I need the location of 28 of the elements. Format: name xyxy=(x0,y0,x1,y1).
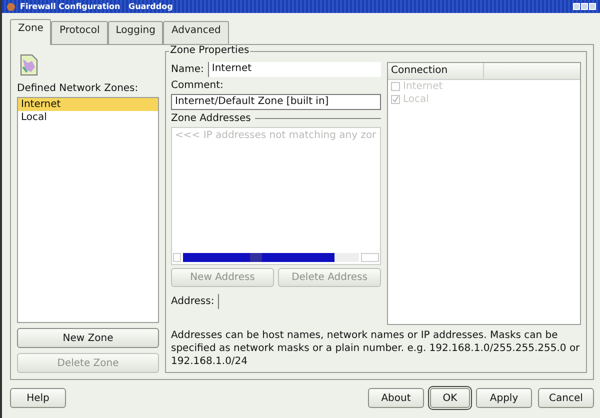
comment-field[interactable]: Internet/Default Zone [built in] xyxy=(171,94,381,110)
dialog-button[interactable]: About xyxy=(368,388,424,408)
zone-item[interactable]: Local xyxy=(18,111,158,124)
dialog-button[interactable]: Apply xyxy=(476,388,532,408)
address-label: Address: xyxy=(171,296,214,307)
tab[interactable]: Protocol xyxy=(51,21,108,44)
tab[interactable]: Logging xyxy=(108,21,164,44)
checkbox-label: Local xyxy=(403,94,429,105)
name-label: Name: xyxy=(171,64,204,75)
zone-map-icon xyxy=(20,54,38,76)
window-title: Firewall Configuration Guarddog xyxy=(20,2,174,11)
dialog-button[interactable]: OK xyxy=(430,388,470,408)
window-buttons[interactable] xyxy=(573,3,596,10)
dialog-button[interactable]: Help xyxy=(10,388,66,408)
tab[interactable]: Advanced xyxy=(163,21,229,44)
group-title: Zone Properties xyxy=(169,45,250,56)
checkbox-label: Internet xyxy=(403,81,443,92)
zone-item[interactable]: Internet xyxy=(18,98,158,111)
name-field[interactable]: Internet xyxy=(208,62,381,77)
help-text: Addresses can be host names, network names or IP addresses. Masks can be specified as network masks or a plain number. e.g. 192.168.1.0/255.255.255.0 or 192.168.1.0/24 xyxy=(171,329,581,368)
new-zone-button[interactable]: New Zone xyxy=(17,328,159,348)
dialog-button[interactable]: Cancel xyxy=(538,388,594,408)
horizontal-scrollbar[interactable] xyxy=(172,251,380,264)
app-icon xyxy=(6,2,16,12)
zones-label: Defined Network Zones: xyxy=(17,83,140,94)
section-title: Zone Addresses xyxy=(171,113,251,124)
tab[interactable]: Zone xyxy=(10,19,52,45)
comment-label: Comment: xyxy=(171,80,224,91)
